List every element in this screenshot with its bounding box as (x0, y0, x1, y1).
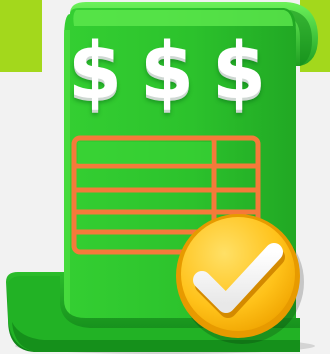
dollar-sign-3: $ (211, 27, 267, 117)
check-badge (176, 214, 304, 344)
bill-top-highlight (73, 10, 293, 26)
dollar-sign-2: $ (139, 27, 195, 117)
dollar-signs: $ $ $ (62, 26, 272, 118)
invoice-illustration: $ $ $ (0, 0, 330, 354)
dollar-sign-1: $ (67, 27, 123, 117)
table-cell-tint (78, 142, 212, 164)
